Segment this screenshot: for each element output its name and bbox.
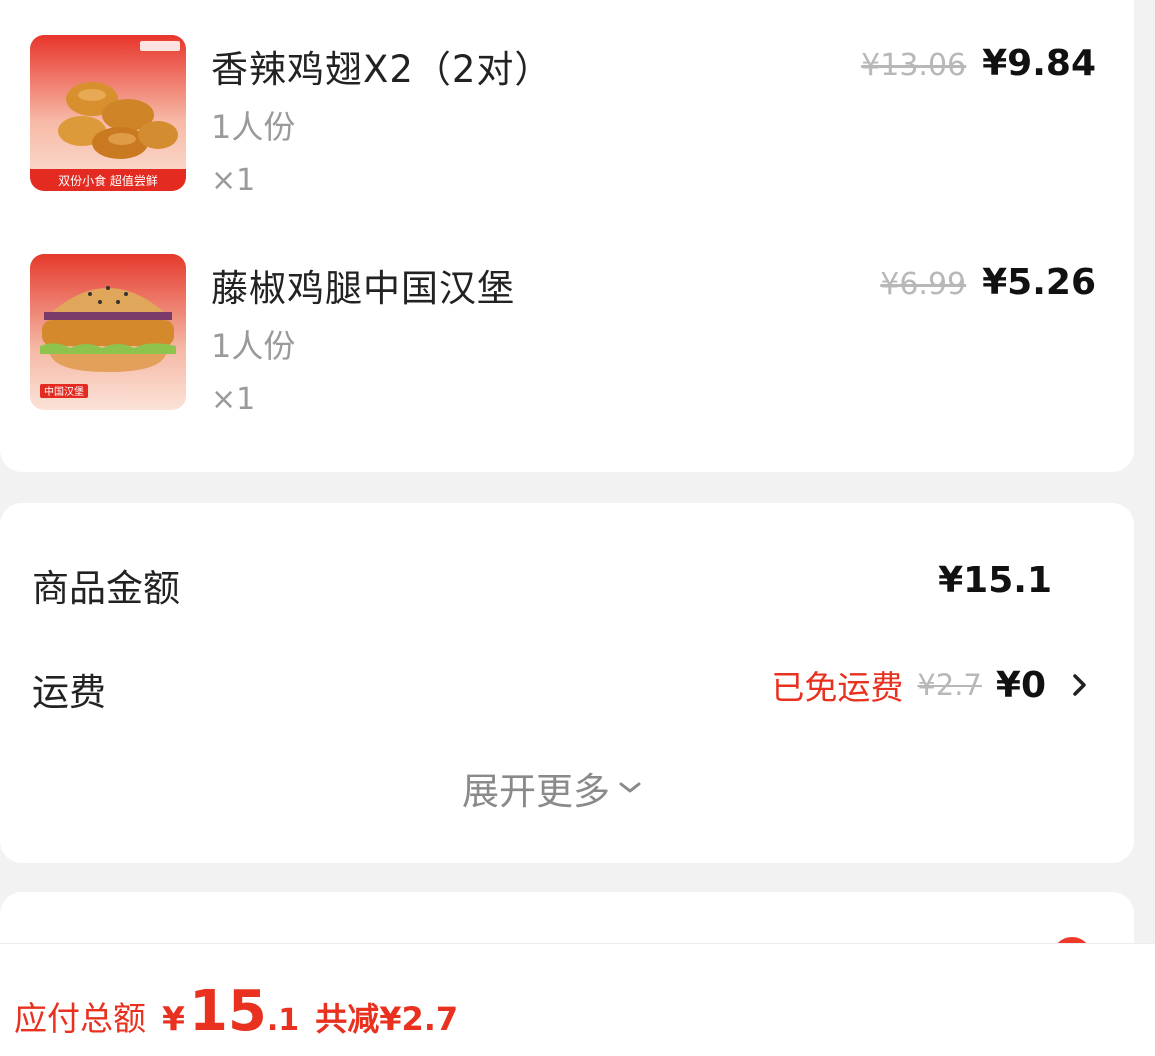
total-currency: ¥ <box>162 999 185 1038</box>
spicy-chicken-wings-image: 双份小食 超值尝鲜 <box>30 35 186 191</box>
item-price: ¥9.84 <box>982 43 1096 84</box>
price-summary-card: 商品金额 ¥15.1 运费 已免运费 ¥2.7 ¥0 展开更多 <box>0 503 1134 863</box>
badge-text: 中国汉堡 <box>44 385 84 398</box>
chevron-right-icon <box>1066 668 1092 702</box>
free-shipping-text: 已免运费 <box>771 668 904 707</box>
total-decimal: .1 <box>266 1003 300 1038</box>
shipping-original-price: ¥2.7 <box>917 668 982 702</box>
chicken-burger-image: 中国汉堡 <box>30 254 186 410</box>
item-quantity: ×1 <box>211 163 256 198</box>
order-item[interactable]: 中国汉堡 藤椒鸡腿中国汉堡 1人份 ×1 ¥6.99 ¥5.26 <box>0 254 1134 434</box>
item-price: ¥5.26 <box>982 262 1096 303</box>
item-portion: 1人份 <box>211 327 296 365</box>
total-integer: 15 <box>188 979 267 1044</box>
item-portion: 1人份 <box>211 108 296 146</box>
chevron-down-icon <box>616 778 644 798</box>
expand-more-label: 展开更多 <box>462 770 610 813</box>
shipping-label: 运费 <box>32 671 106 714</box>
item-name: 藤椒鸡腿中国汉堡 <box>211 267 515 310</box>
expand-more-button[interactable]: 展开更多 <box>462 761 644 815</box>
order-item[interactable]: 双份小食 超值尝鲜 香辣鸡翅X2（2对） 1人份 ×1 ¥13.06 ¥9.84 <box>0 35 1134 215</box>
order-items-card: 双份小食 超值尝鲜 香辣鸡翅X2（2对） 1人份 ×1 ¥13.06 ¥9.84 <box>0 0 1134 472</box>
goods-amount-value: ¥15.1 <box>938 560 1052 601</box>
badge-text: 双份小食 超值尝鲜 <box>58 173 158 188</box>
item-original-price: ¥6.99 <box>880 267 967 302</box>
item-original-price: ¥13.06 <box>861 48 967 83</box>
shipping-price: ¥0 <box>995 664 1046 706</box>
checkout-bottom-bar: 应付总额 ¥ 15 .1 共减¥2.7 <box>0 943 1155 1056</box>
goods-amount-label: 商品金额 <box>32 567 180 610</box>
item-quantity: ×1 <box>211 382 256 417</box>
total-label: 应付总额 <box>14 999 146 1038</box>
item-price-group: ¥13.06 ¥9.84 <box>861 43 1096 84</box>
item-price-group: ¥6.99 ¥5.26 <box>880 262 1096 303</box>
shipping-row[interactable]: 已免运费 ¥2.7 ¥0 <box>771 661 1092 709</box>
total-saved: 共减¥2.7 <box>315 1000 459 1038</box>
total-amount: 应付总额 ¥ 15 .1 共减¥2.7 <box>14 984 458 1040</box>
item-name: 香辣鸡翅X2（2对） <box>211 48 553 91</box>
